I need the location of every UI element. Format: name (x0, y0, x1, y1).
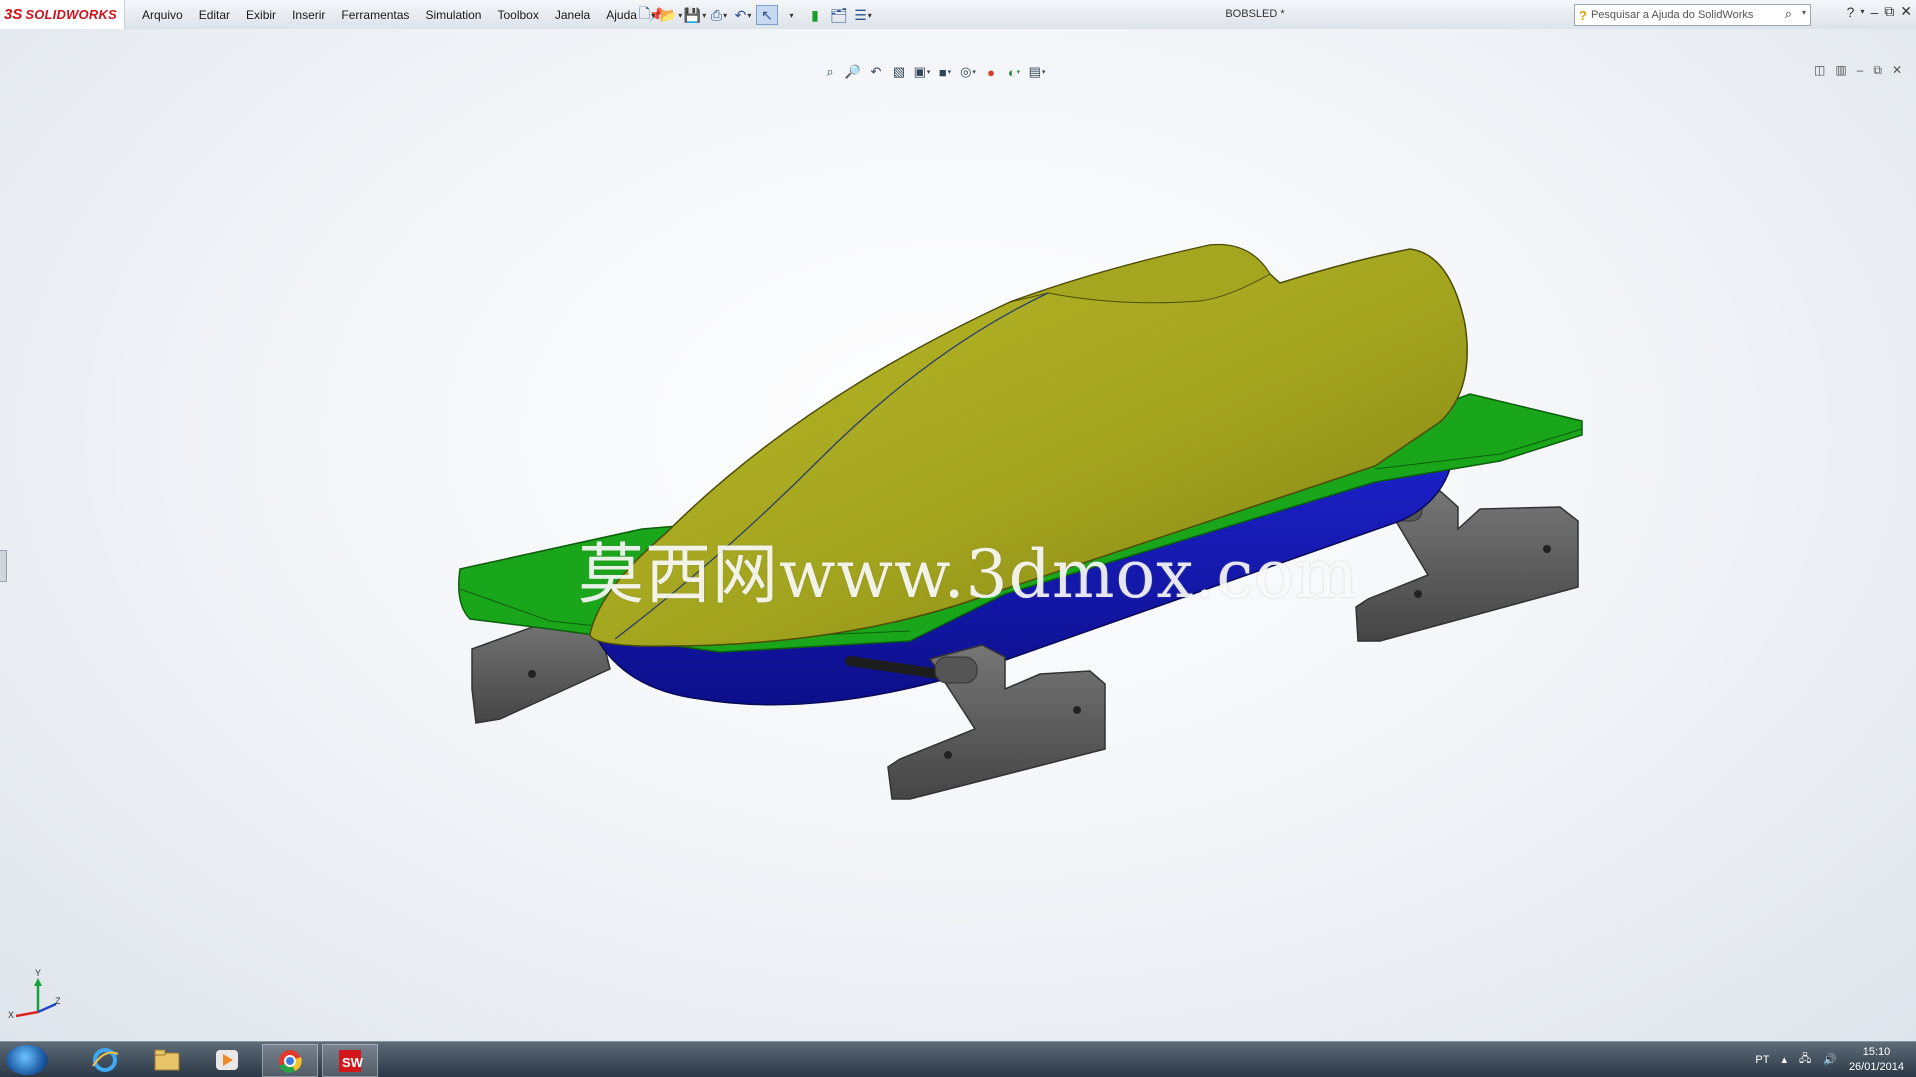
axis-x-label: X (8, 1010, 15, 1020)
language-indicator[interactable]: PT (1755, 1054, 1769, 1066)
menu-simulation[interactable]: Simulation (417, 8, 489, 22)
quick-access-toolbar: 🗋 ▾ 📂 ▾ 💾 ▾ ⎙ ▾ ↶ ▾ ↖ ▾ ▮ 🗂 ☰ ▾ (636, 4, 874, 26)
solidworks-taskbar-icon[interactable]: SW (322, 1044, 378, 1077)
watermark: 莫西网www.3dmox.com (578, 536, 1359, 613)
axis-triad: Y X Z (8, 968, 62, 1024)
select-dropdown-icon[interactable]: ▾ (780, 5, 802, 25)
clock[interactable]: 15:10 26/01/2014 (1849, 1045, 1904, 1075)
graphics-area[interactable]: ⌕ 🔎 ↶ ▧ ▣▾ ■▾ ◎▾ ● ◐▾ ▤▾ ◫ ▥ – ⧉ ✕ (0, 29, 1916, 1041)
menu-arquivo[interactable]: Arquivo (134, 8, 191, 22)
network-icon[interactable]: 🖧 (1799, 1050, 1811, 1069)
search-dropdown-icon[interactable]: ▾ (1802, 8, 1806, 17)
window-controls: ? ▾ – ⧉ ✕ (1847, 3, 1912, 20)
taskbar: SW PT ▴ 🖧 🔊 15:10 26/01/2014 (0, 1041, 1916, 1077)
menu-ferramentas[interactable]: Ferramentas (333, 8, 417, 22)
brand-name: SOLIDWORKS (25, 7, 117, 22)
ds-logo-mark: 3S (4, 6, 23, 23)
select-cursor-icon[interactable]: ↖ (756, 5, 778, 25)
file-properties-icon[interactable]: 🗂 (828, 5, 850, 25)
menu-toolbox[interactable]: Toolbox (489, 8, 546, 22)
menu-editar[interactable]: Editar (191, 8, 238, 22)
axis-y-label: Y (35, 968, 42, 978)
system-tray: PT ▴ 🖧 🔊 15:10 26/01/2014 (1755, 1042, 1904, 1077)
rebuild-icon[interactable]: ▮ (804, 5, 826, 25)
menu-exibir[interactable]: Exibir (238, 8, 284, 22)
volume-icon[interactable]: 🔊 (1823, 1053, 1837, 1066)
restore-icon[interactable]: ⧉ (1884, 3, 1894, 20)
media-player-icon[interactable] (200, 1044, 254, 1075)
menu-bar: Arquivo Editar Exibir Inserir Ferramenta… (134, 0, 665, 29)
clock-time: 15:10 (1862, 1045, 1891, 1058)
open-icon[interactable]: 📂 ▾ (660, 5, 682, 25)
chrome-icon[interactable] (262, 1044, 318, 1077)
internet-explorer-icon[interactable] (78, 1044, 132, 1075)
help-search-box[interactable]: ? Pesquisar a Ajuda do SolidWorks ⌕ ▾ (1574, 4, 1811, 26)
document-title: BOBSLED * (1225, 8, 1285, 20)
clock-date: 26/01/2014 (1848, 1060, 1904, 1073)
search-placeholder: Pesquisar a Ajuda do SolidWorks (1590, 9, 1754, 21)
svg-text:SW: SW (342, 1055, 364, 1070)
solidworks-logo[interactable]: 3S SOLIDWORKS (0, 0, 125, 29)
title-bar: 3S SOLIDWORKS Arquivo Editar Exibir Inse… (0, 0, 1916, 30)
help-bubble-icon: ? (1579, 7, 1587, 23)
new-document-icon[interactable]: 🗋 ▾ (636, 5, 658, 25)
show-hidden-icons-icon[interactable]: ▴ (1781, 1053, 1787, 1066)
save-icon[interactable]: 💾 ▾ (684, 5, 706, 25)
minimize-icon[interactable]: – (1870, 4, 1878, 20)
help-icon[interactable]: ? (1847, 4, 1855, 20)
menu-inserir[interactable]: Inserir (284, 8, 333, 22)
close-icon[interactable]: ✕ (1900, 3, 1912, 20)
options-icon[interactable]: ☰ ▾ (852, 5, 874, 25)
menu-janela[interactable]: Janela (547, 8, 598, 22)
axis-z-label: Z (55, 996, 61, 1006)
start-button[interactable] (6, 1045, 48, 1075)
file-explorer-icon[interactable] (140, 1044, 194, 1075)
search-icon[interactable]: ⌕ (1785, 6, 1792, 22)
help-dropdown-icon[interactable]: ▾ (1860, 7, 1864, 16)
print-icon[interactable]: ⎙ ▾ (708, 5, 730, 25)
undo-icon[interactable]: ↶ ▾ (732, 5, 754, 25)
